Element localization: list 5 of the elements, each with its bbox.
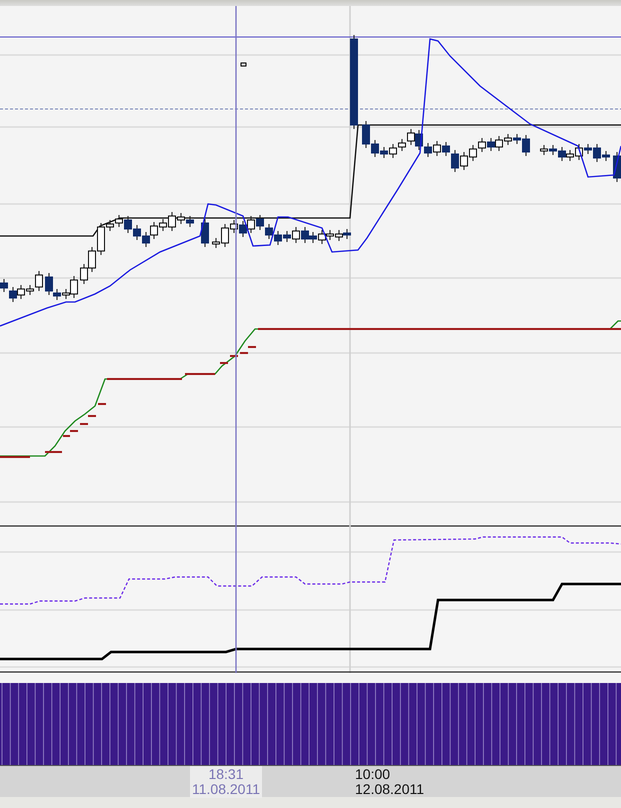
axis-time-label: 18:31	[208, 767, 244, 782]
small-box-marker	[240, 62, 246, 66]
axis-date-label: 11.08.2011	[192, 782, 260, 797]
axis-date-label: 12.08.2011	[355, 782, 424, 797]
axis-time-label: 10:00	[355, 767, 390, 782]
